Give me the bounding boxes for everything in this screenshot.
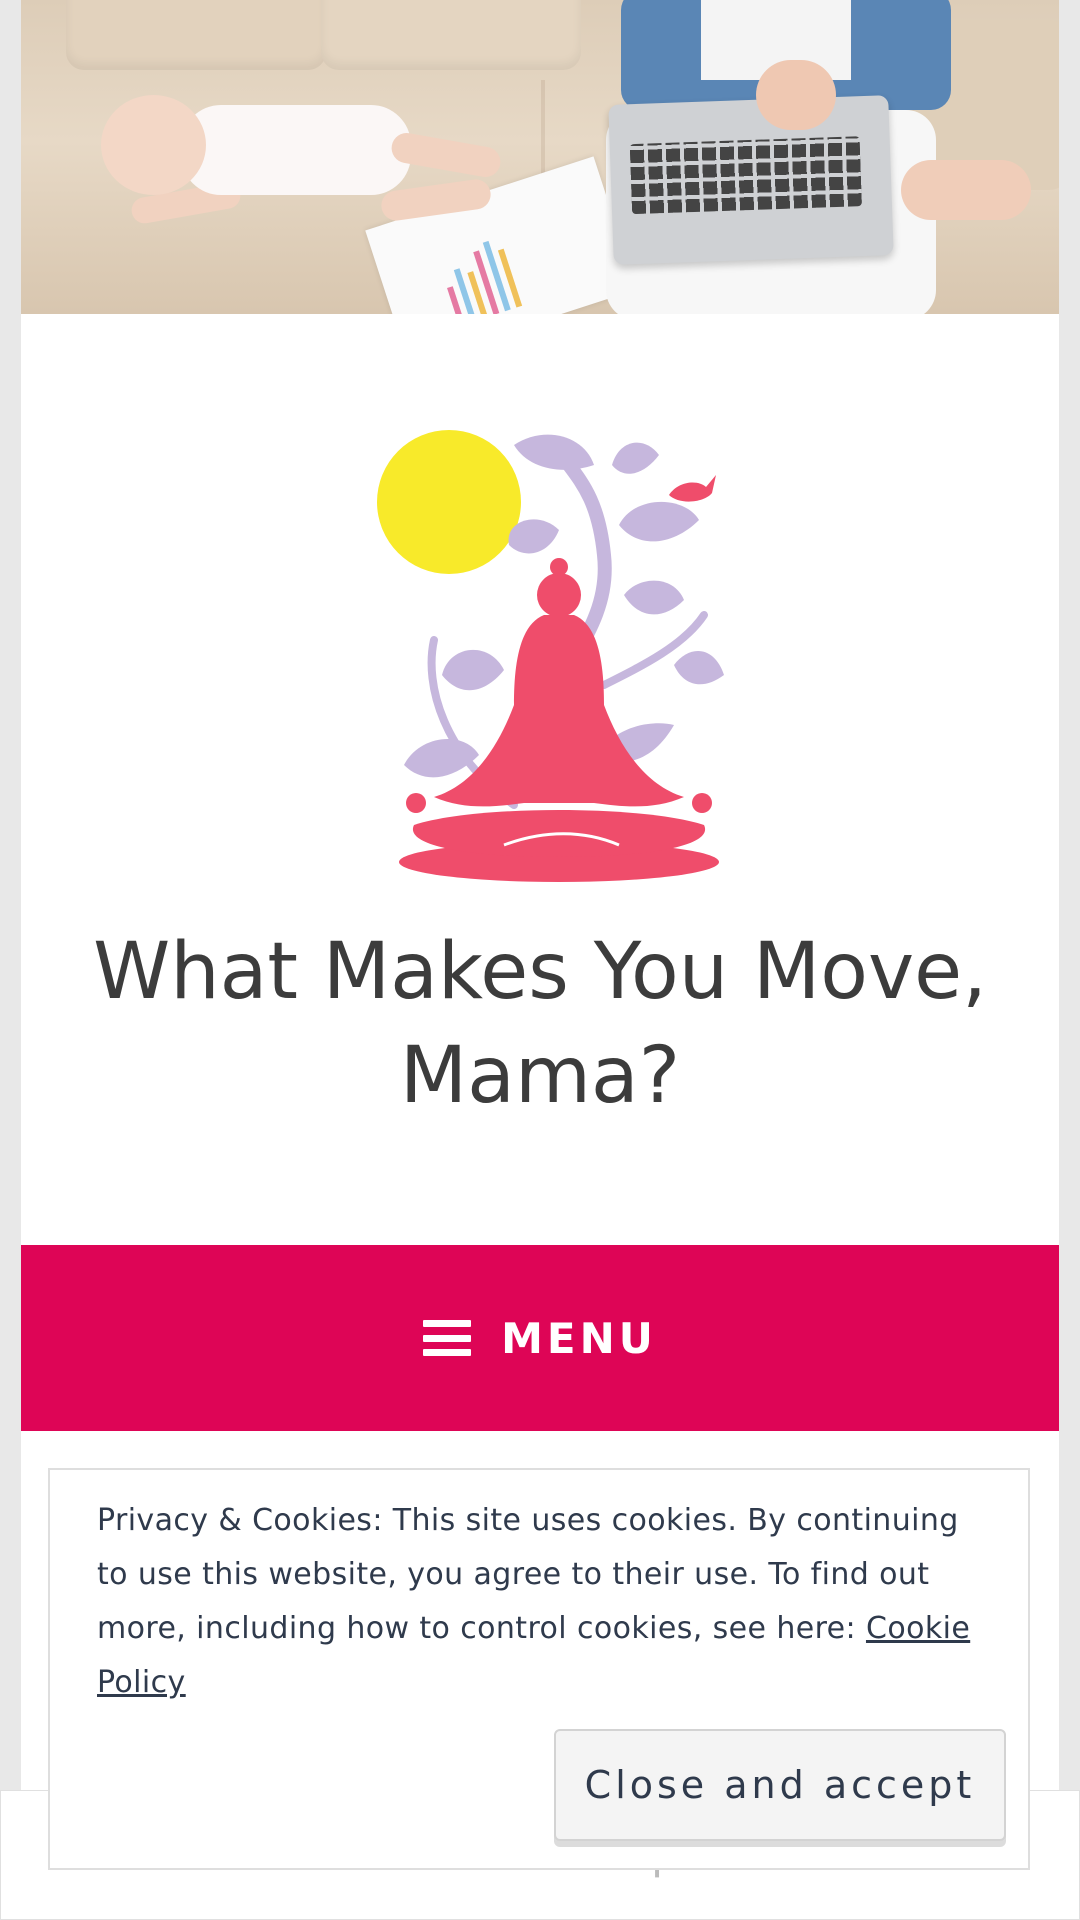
- close-and-accept-button[interactable]: Close and accept: [554, 1729, 1006, 1841]
- cookie-message: Privacy & Cookies: This site uses cookie…: [97, 1503, 959, 1646]
- sun-icon: [377, 430, 521, 574]
- menu-label: MENU: [501, 1313, 657, 1363]
- site-logo[interactable]: [354, 425, 754, 885]
- bird-icon: [669, 475, 716, 502]
- baby: [181, 105, 411, 195]
- header-image: [21, 0, 1059, 314]
- cookie-banner: Privacy & Cookies: This site uses cookie…: [48, 1468, 1030, 1870]
- hamburger-icon: [423, 1320, 472, 1356]
- menu-toggle-button[interactable]: MENU: [21, 1245, 1059, 1431]
- cookie-text: Privacy & Cookies: This site uses cookie…: [97, 1494, 987, 1710]
- site-title[interactable]: What Makes You Move, Mama?: [21, 920, 1059, 1128]
- laptop: [608, 95, 894, 265]
- papers: [365, 156, 637, 314]
